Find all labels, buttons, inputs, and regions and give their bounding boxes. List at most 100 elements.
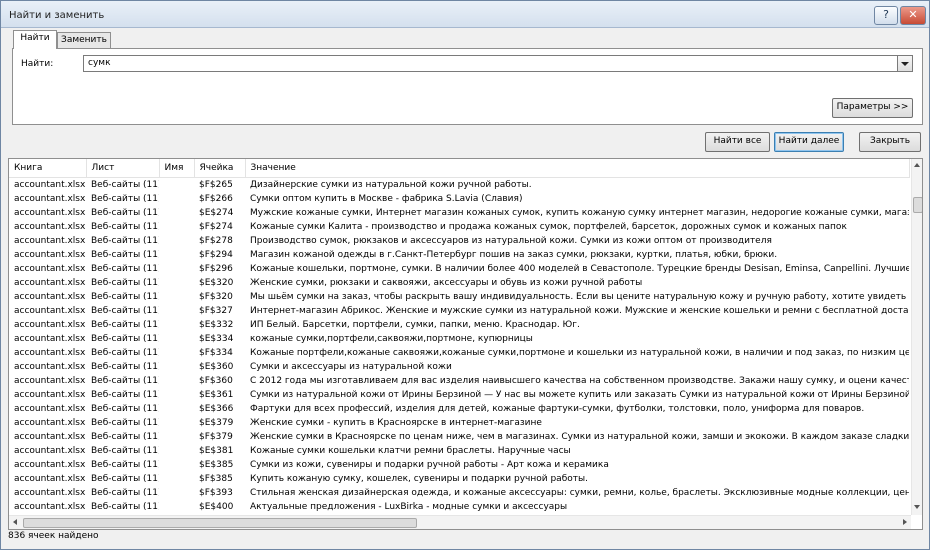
cell-address: $F$393 [199, 488, 233, 498]
cell-book: accountant.xlsx [14, 488, 86, 498]
cell-value: Интернет-магазин Абрикос. Женские и мужс… [250, 306, 909, 316]
cell-name [159, 318, 194, 332]
column-header-cell[interactable]: Ячейка [194, 159, 246, 178]
cell-book: accountant.xlsx [14, 250, 86, 260]
cell-value: Актуальные предложения - LuxBirka - модн… [250, 502, 568, 512]
table-row[interactable]: accountant.xlsx Веб-сайты (11) $F$294 Магаз… [9, 248, 909, 262]
cell-book: accountant.xlsx [14, 460, 86, 470]
cell-sheet: Веб-сайты (11) [91, 334, 159, 344]
cell-sheet: Веб-сайты (11) [91, 250, 159, 260]
cell-book: accountant.xlsx [14, 180, 86, 190]
table-row[interactable]: accountant.xlsx Веб-сайты (11) $E$361 Сумки… [9, 388, 909, 402]
table-row[interactable]: accountant.xlsx Веб-сайты (11) $F$327 Интер… [9, 304, 909, 318]
table-row[interactable]: accountant.xlsx Веб-сайты (11) $E$379 Женск… [9, 416, 909, 430]
table-row[interactable]: accountant.xlsx Веб-сайты (11) $E$332 ИП Бе… [9, 318, 909, 332]
cell-sheet: Веб-сайты (11) [91, 208, 159, 218]
horizontal-scroll-thumb[interactable] [23, 518, 417, 528]
cell-sheet: Веб-сайты (11) [91, 194, 159, 204]
cell-sheet: Веб-сайты (11) [91, 502, 159, 512]
table-row[interactable]: accountant.xlsx Веб-сайты (11) $E$334 кожан… [9, 332, 909, 346]
vertical-scroll-thumb[interactable] [913, 197, 922, 213]
table-row[interactable]: accountant.xlsx Веб-сайты (11) $F$266 Сумки… [9, 192, 909, 206]
cell-name [159, 402, 194, 416]
scroll-right-arrow-icon[interactable] [903, 519, 907, 525]
horizontal-scrollbar[interactable] [9, 515, 911, 529]
cell-book: accountant.xlsx [14, 292, 86, 302]
cell-sheet: Веб-сайты (11) [91, 222, 159, 232]
dialog-title: Найти и заменить [9, 10, 105, 21]
table-row[interactable]: accountant.xlsx Веб-сайты (11) $E$274 Мужск… [9, 206, 909, 220]
cell-book: accountant.xlsx [14, 446, 86, 456]
cell-address: $F$379 [199, 432, 233, 442]
cell-sheet: Веб-сайты (11) [91, 292, 159, 302]
cell-sheet: Веб-сайты (11) [91, 320, 159, 330]
table-row[interactable]: accountant.xlsx Веб-сайты (11) $F$393 Стиль… [9, 486, 909, 500]
results-header-row: Книга Лист Имя Ячейка Значение [9, 159, 910, 178]
table-row[interactable]: accountant.xlsx Веб-сайты (11) $E$320 Женск… [9, 276, 909, 290]
cell-sheet: Веб-сайты (11) [91, 306, 159, 316]
cell-value: Дизайнерские сумки из натуральной кожи р… [250, 180, 532, 190]
cell-book: accountant.xlsx [14, 502, 86, 512]
cell-address: $E$379 [199, 418, 234, 428]
cell-sheet: Веб-сайты (11) [91, 376, 159, 386]
table-row[interactable]: accountant.xlsx Веб-сайты (11) $E$385 Сумки… [9, 458, 909, 472]
find-input[interactable]: сумк [83, 55, 901, 72]
find-replace-dialog: Найти и заменить ? ✕ Найти Заменить Найт… [0, 0, 930, 550]
window-close-button[interactable]: ✕ [900, 6, 926, 25]
cell-address: $F$320 [199, 292, 233, 302]
title-bar[interactable]: Найти и заменить ? ✕ [1, 1, 929, 28]
tab-find[interactable]: Найти [13, 30, 57, 49]
table-row[interactable]: accountant.xlsx Веб-сайты (11) $F$379 Женск… [9, 430, 909, 444]
table-row[interactable]: accountant.xlsx Веб-сайты (11) $E$400 Актуа… [9, 500, 909, 514]
results-list[interactable]: Книга Лист Имя Ячейка Значение accountan… [8, 158, 923, 530]
close-button[interactable]: Закрыть [859, 132, 921, 152]
column-header-book[interactable]: Книга [9, 159, 87, 178]
cell-book: accountant.xlsx [14, 334, 86, 344]
table-row[interactable]: accountant.xlsx Веб-сайты (11) $E$381 Кожан… [9, 444, 909, 458]
scroll-up-arrow-icon[interactable] [914, 163, 920, 167]
table-row[interactable]: accountant.xlsx Веб-сайты (11) $F$385 Купит… [9, 472, 909, 486]
cell-book: accountant.xlsx [14, 208, 86, 218]
cell-name [159, 276, 194, 290]
status-text: 836 ячеек найдено [8, 531, 99, 541]
cell-book: accountant.xlsx [14, 348, 86, 358]
cell-book: accountant.xlsx [14, 194, 86, 204]
table-row[interactable]: accountant.xlsx Веб-сайты (11) $F$320 Мы шь… [9, 290, 909, 304]
cell-address: $F$265 [199, 180, 233, 190]
cell-book: accountant.xlsx [14, 404, 86, 414]
vertical-scrollbar[interactable] [911, 159, 922, 515]
help-button[interactable]: ? [874, 6, 898, 25]
scroll-left-arrow-icon[interactable] [13, 519, 17, 525]
cell-address: $E$361 [199, 390, 234, 400]
cell-value: С 2012 года мы изготавливаем для вас изд… [250, 376, 909, 386]
table-row[interactable]: accountant.xlsx Веб-сайты (11) $F$274 Кожан… [9, 220, 909, 234]
table-row[interactable]: accountant.xlsx Веб-сайты (11) $F$296 Кожан… [9, 262, 909, 276]
table-row[interactable]: accountant.xlsx Веб-сайты (11) $F$360 С 201… [9, 374, 909, 388]
cell-name [159, 178, 194, 193]
table-row[interactable]: accountant.xlsx Веб-сайты (11) $F$265 Дизай… [9, 178, 909, 193]
cell-book: accountant.xlsx [14, 390, 86, 400]
tab-replace[interactable]: Заменить [57, 32, 111, 49]
options-button[interactable]: Параметры >> [832, 98, 913, 118]
find-next-button[interactable]: Найти далее [774, 132, 844, 152]
column-header-sheet[interactable]: Лист [86, 159, 160, 178]
cell-address: $E$334 [199, 334, 234, 344]
table-row[interactable]: accountant.xlsx Веб-сайты (11) $F$278 Произ… [9, 234, 909, 248]
scroll-down-arrow-icon[interactable] [914, 505, 920, 509]
cell-value: Фартуки для всех профессий, изделия для … [250, 404, 865, 414]
column-header-value[interactable]: Значение [245, 159, 910, 178]
column-header-name[interactable]: Имя [159, 159, 195, 178]
table-row[interactable]: accountant.xlsx Веб-сайты (11) $E$360 Сумки… [9, 360, 909, 374]
cell-name [159, 416, 194, 430]
cell-sheet: Веб-сайты (11) [91, 418, 159, 428]
cell-address: $E$274 [199, 208, 234, 218]
cell-book: accountant.xlsx [14, 222, 86, 232]
find-history-dropdown-button[interactable] [897, 55, 913, 72]
cell-sheet: Веб-сайты (11) [91, 180, 159, 190]
cell-address: $E$366 [199, 404, 234, 414]
table-row[interactable]: accountant.xlsx Веб-сайты (11) $F$334 Кожан… [9, 346, 909, 360]
cell-sheet: Веб-сайты (11) [91, 474, 159, 484]
table-row[interactable]: accountant.xlsx Веб-сайты (11) $E$366 Фарту… [9, 402, 909, 416]
find-all-button[interactable]: Найти все [705, 132, 770, 152]
cell-address: $F$278 [199, 236, 233, 246]
